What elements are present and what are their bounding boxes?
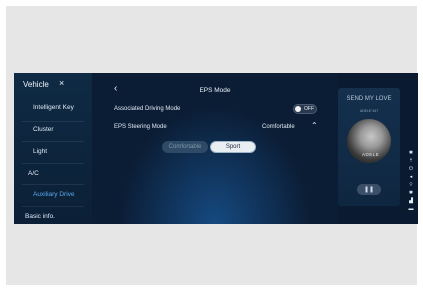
- signal-icon: ▟: [409, 198, 413, 204]
- sidebar-divider: [22, 184, 84, 185]
- sidebar-item-light[interactable]: Light: [14, 148, 92, 155]
- associated-driving-mode-label: Associated Driving Mode: [114, 106, 181, 112]
- sidebar-item-basic-info[interactable]: Basic info.: [14, 213, 92, 220]
- sidebar-divider: [22, 206, 84, 207]
- settings-sidebar: Vehicle × Intelligent Key Cluster Light …: [14, 73, 92, 224]
- associated-driving-mode-toggle[interactable]: OFF: [293, 104, 317, 114]
- album-cover[interactable]: ADELE: [347, 119, 391, 163]
- toggle-knob: [295, 106, 301, 112]
- wifi-icon: ⌔: [408, 182, 414, 188]
- bluetooth-icon: ✱: [408, 150, 414, 156]
- sidebar-item-ac[interactable]: A/C: [14, 170, 92, 177]
- volume-icon: ◂: [409, 174, 413, 180]
- sport-button[interactable]: Sport: [210, 141, 256, 153]
- media-widget: SEND MY LOVE ADELE·347 ADELE ❚❚: [338, 88, 400, 206]
- close-icon[interactable]: ×: [59, 78, 64, 88]
- chevron-up-icon[interactable]: ⌃: [311, 122, 318, 130]
- eps-steering-mode-label: EPS Steering Mode: [114, 124, 167, 130]
- sidebar-title: Vehicle: [23, 80, 49, 89]
- sidebar-divider: [22, 121, 84, 122]
- sidebar-divider: [22, 163, 84, 164]
- status-bar: ✱ ⇡ ⏻ ◂ ⌔ ✱ ▟ ▬: [406, 149, 416, 219]
- page-title: EPS Mode: [199, 87, 231, 94]
- infotainment-screen: Vehicle × Intelligent Key Cluster Light …: [14, 73, 418, 224]
- pause-icon[interactable]: ❚❚: [357, 184, 381, 195]
- bluetooth-icon: ✱: [408, 190, 414, 196]
- song-title: SEND MY LOVE: [346, 96, 392, 102]
- power-icon: ⏻: [409, 166, 413, 172]
- sidebar-item-intelligent-key[interactable]: Intelligent Key: [14, 104, 92, 111]
- battery-icon: ▬: [408, 206, 414, 212]
- usb-icon: ⇡: [408, 158, 414, 164]
- sidebar-divider: [22, 141, 84, 142]
- eps-mode-panel: ‹ EPS Mode Associated Driving Mode OFF E…: [92, 73, 338, 224]
- sidebar-item-auxiliary-drive[interactable]: Auxiliary Drive: [14, 187, 92, 202]
- steering-mode-value[interactable]: Comfortable: [262, 124, 295, 130]
- artist-label: ADELE·347: [359, 109, 379, 113]
- cover-text: ADELE: [362, 152, 380, 157]
- toggle-state: OFF: [304, 106, 314, 112]
- sidebar-item-cluster[interactable]: Cluster: [14, 126, 92, 133]
- comfortable-button[interactable]: Comfortable: [162, 141, 208, 153]
- sidebar-header: Vehicle ×: [14, 73, 92, 93]
